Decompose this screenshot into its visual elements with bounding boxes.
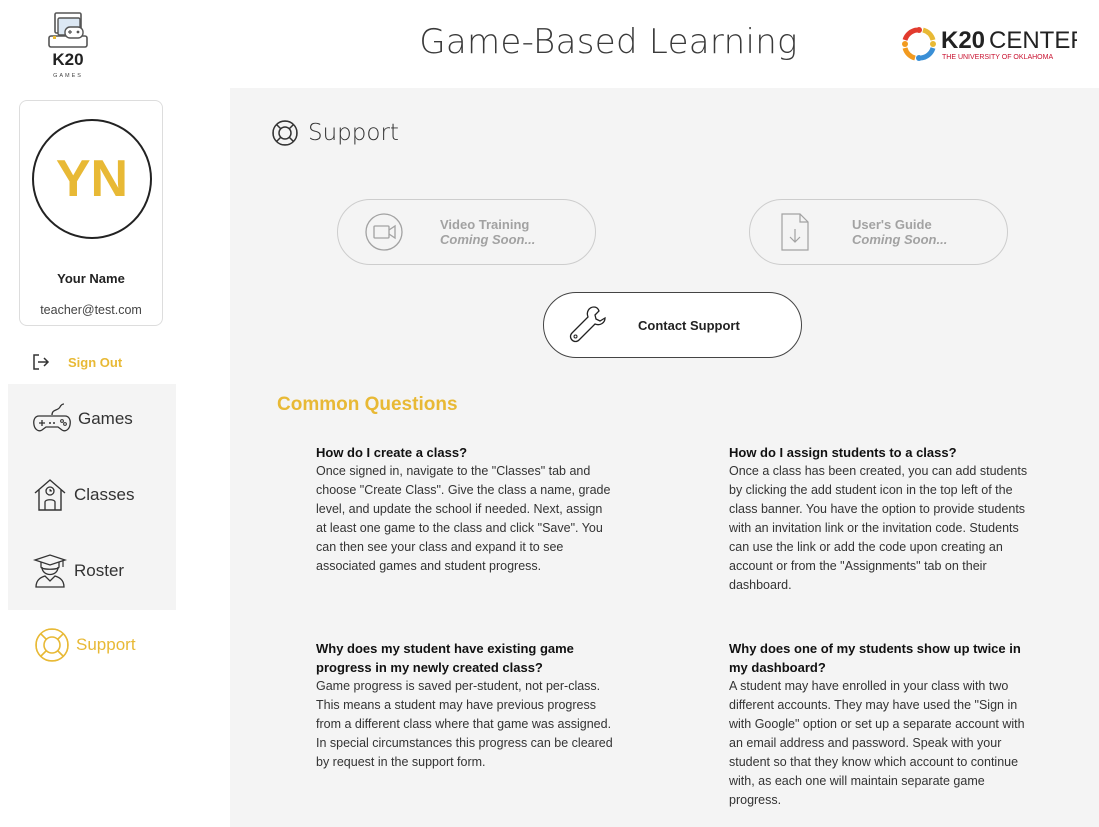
profile-card: YN Your Name teacher@test.com [19, 100, 163, 326]
sidebar-item-roster[interactable]: Roster [8, 536, 176, 606]
users-guide-label: User's Guide [852, 217, 932, 232]
sidebar-item-label: Games [78, 409, 133, 428]
faq-item: Why does my student have existing game p… [316, 639, 616, 772]
schoolhouse-icon [34, 479, 66, 511]
faq-question: Why does my student have existing game p… [316, 641, 574, 675]
sidebar: YN Your Name teacher@test.com Sign Out G… [8, 88, 176, 827]
wrench-icon [569, 306, 606, 343]
sidebar-item-support[interactable]: Support [8, 610, 176, 680]
sidebar-nav: Games Classes Roster [8, 384, 176, 610]
sign-out-button[interactable]: Sign Out [32, 350, 122, 374]
faq-item: How do I create a class? Once signed in,… [316, 443, 616, 576]
sign-out-icon [33, 354, 50, 370]
faq-question: Why does one of my students show up twic… [729, 641, 1021, 675]
download-document-icon [781, 213, 809, 251]
faq-answer: A student may have enrolled in your clas… [729, 679, 1025, 807]
faq-item: Why does one of my students show up twic… [729, 639, 1031, 810]
sidebar-item-label: Roster [74, 561, 125, 580]
gamepad-icon [33, 403, 71, 432]
users-guide-text: User's Guide Coming Soon... [852, 217, 947, 247]
faq-answer: Once a class has been created, you can a… [729, 464, 1028, 592]
profile-name: Your Name [57, 271, 125, 286]
sign-out-label: Sign Out [68, 354, 123, 370]
video-training-button[interactable]: Video Training Coming Soon... [337, 199, 596, 265]
main-content: Support Video Training Coming Soon... Us… [230, 88, 1099, 827]
page-title: Support [270, 118, 399, 148]
app-title-text: Game-Based Learning [419, 22, 798, 62]
graduate-icon [32, 554, 68, 588]
contact-support-label: Contact Support [638, 317, 740, 333]
video-camera-icon [365, 213, 403, 251]
faq-question: How do I assign students to a class? [729, 445, 957, 460]
users-guide-button[interactable]: User's Guide Coming Soon... [749, 199, 1008, 265]
profile-email: teacher@test.com [40, 303, 142, 317]
faq-question: How do I create a class? [316, 445, 468, 460]
header: K20 GAMES Game-Based Learning K20 CENTER… [8, 0, 1099, 88]
k20-center-logo-bold: K20 [941, 27, 985, 54]
sidebar-item-classes[interactable]: Classes [8, 460, 176, 530]
sidebar-item-label: Classes [74, 485, 135, 504]
k20-center-logo[interactable]: K20 CENTER THE UNIVERSITY OF OKLAHOMA [899, 22, 1077, 66]
avatar[interactable]: YN [32, 119, 152, 239]
users-guide-status: Coming Soon... [852, 232, 948, 247]
k20-center-logo-light: CENTER [989, 27, 1077, 54]
video-training-status: Coming Soon... [440, 232, 536, 247]
sidebar-item-games[interactable]: Games [8, 384, 176, 454]
video-training-text: Video Training Coming Soon... [440, 217, 535, 247]
faq-answer: Once signed in, navigate to the "Classes… [316, 464, 611, 573]
video-training-label: Video Training [440, 217, 530, 232]
k20-center-logo-sub: THE UNIVERSITY OF OKLAHOMA [942, 54, 1053, 61]
page-title-text: Support [308, 120, 399, 146]
common-questions-heading: Common Questions [277, 394, 458, 415]
faq-answer: Game progress is saved per-student, not … [316, 679, 613, 769]
k20-games-logo-sub: GAMES [53, 73, 83, 79]
faq-item: How do I assign students to a class? Onc… [729, 443, 1031, 595]
lifebuoy-icon [35, 628, 69, 662]
sidebar-item-label: Support [76, 635, 136, 654]
contact-support-button[interactable]: Contact Support [543, 292, 802, 358]
lifebuoy-icon [272, 120, 298, 146]
